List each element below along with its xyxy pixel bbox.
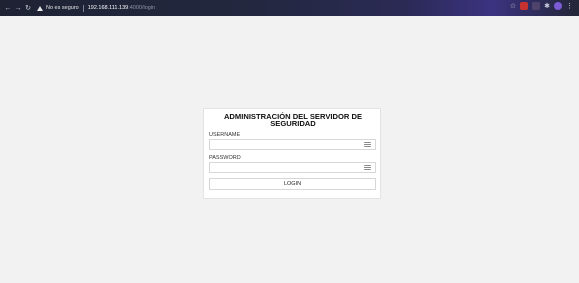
login-card: ADMINISTRACIÓN DEL SERVIDOR DE SEGURIDAD… — [203, 108, 381, 199]
login-button[interactable]: LOGIN — [209, 178, 376, 190]
forward-arrow-icon[interactable]: → — [13, 2, 23, 14]
login-title: ADMINISTRACIÓN DEL SERVIDOR DE SEGURIDAD — [223, 112, 363, 128]
address-bar[interactable]: No es seguro 192.168.111.139 :4000/login — [37, 2, 155, 14]
username-label: USERNAME — [209, 132, 241, 138]
toolbar-actions: ☆ ✱ ⋮ — [510, 2, 573, 10]
profile-avatar[interactable] — [554, 2, 562, 10]
security-indicator[interactable]: No es seguro — [46, 5, 79, 11]
username-field[interactable] — [209, 139, 376, 150]
extension-icon[interactable] — [532, 2, 541, 10]
password-field[interactable] — [209, 162, 376, 173]
extension-icon[interactable] — [520, 2, 529, 10]
browser-toolbar: ← → ↻ No es seguro 192.168.111.139 :4000… — [0, 0, 579, 16]
url-host[interactable]: 192.168.111.139 — [88, 5, 128, 11]
divider — [82, 4, 84, 12]
extensions-puzzle-icon[interactable]: ✱ — [544, 2, 550, 10]
autofill-list-icon[interactable] — [364, 142, 371, 147]
autofill-list-icon[interactable] — [364, 165, 371, 170]
warning-icon[interactable] — [37, 5, 43, 11]
password-label: PASSWORD — [209, 155, 241, 161]
url-path[interactable]: :4000/login — [128, 5, 155, 11]
back-arrow-icon[interactable]: ← — [3, 2, 13, 14]
reload-icon[interactable]: ↻ — [23, 2, 33, 14]
bookmark-star-icon[interactable]: ☆ — [510, 2, 516, 10]
more-vert-icon[interactable]: ⋮ — [566, 3, 573, 10]
